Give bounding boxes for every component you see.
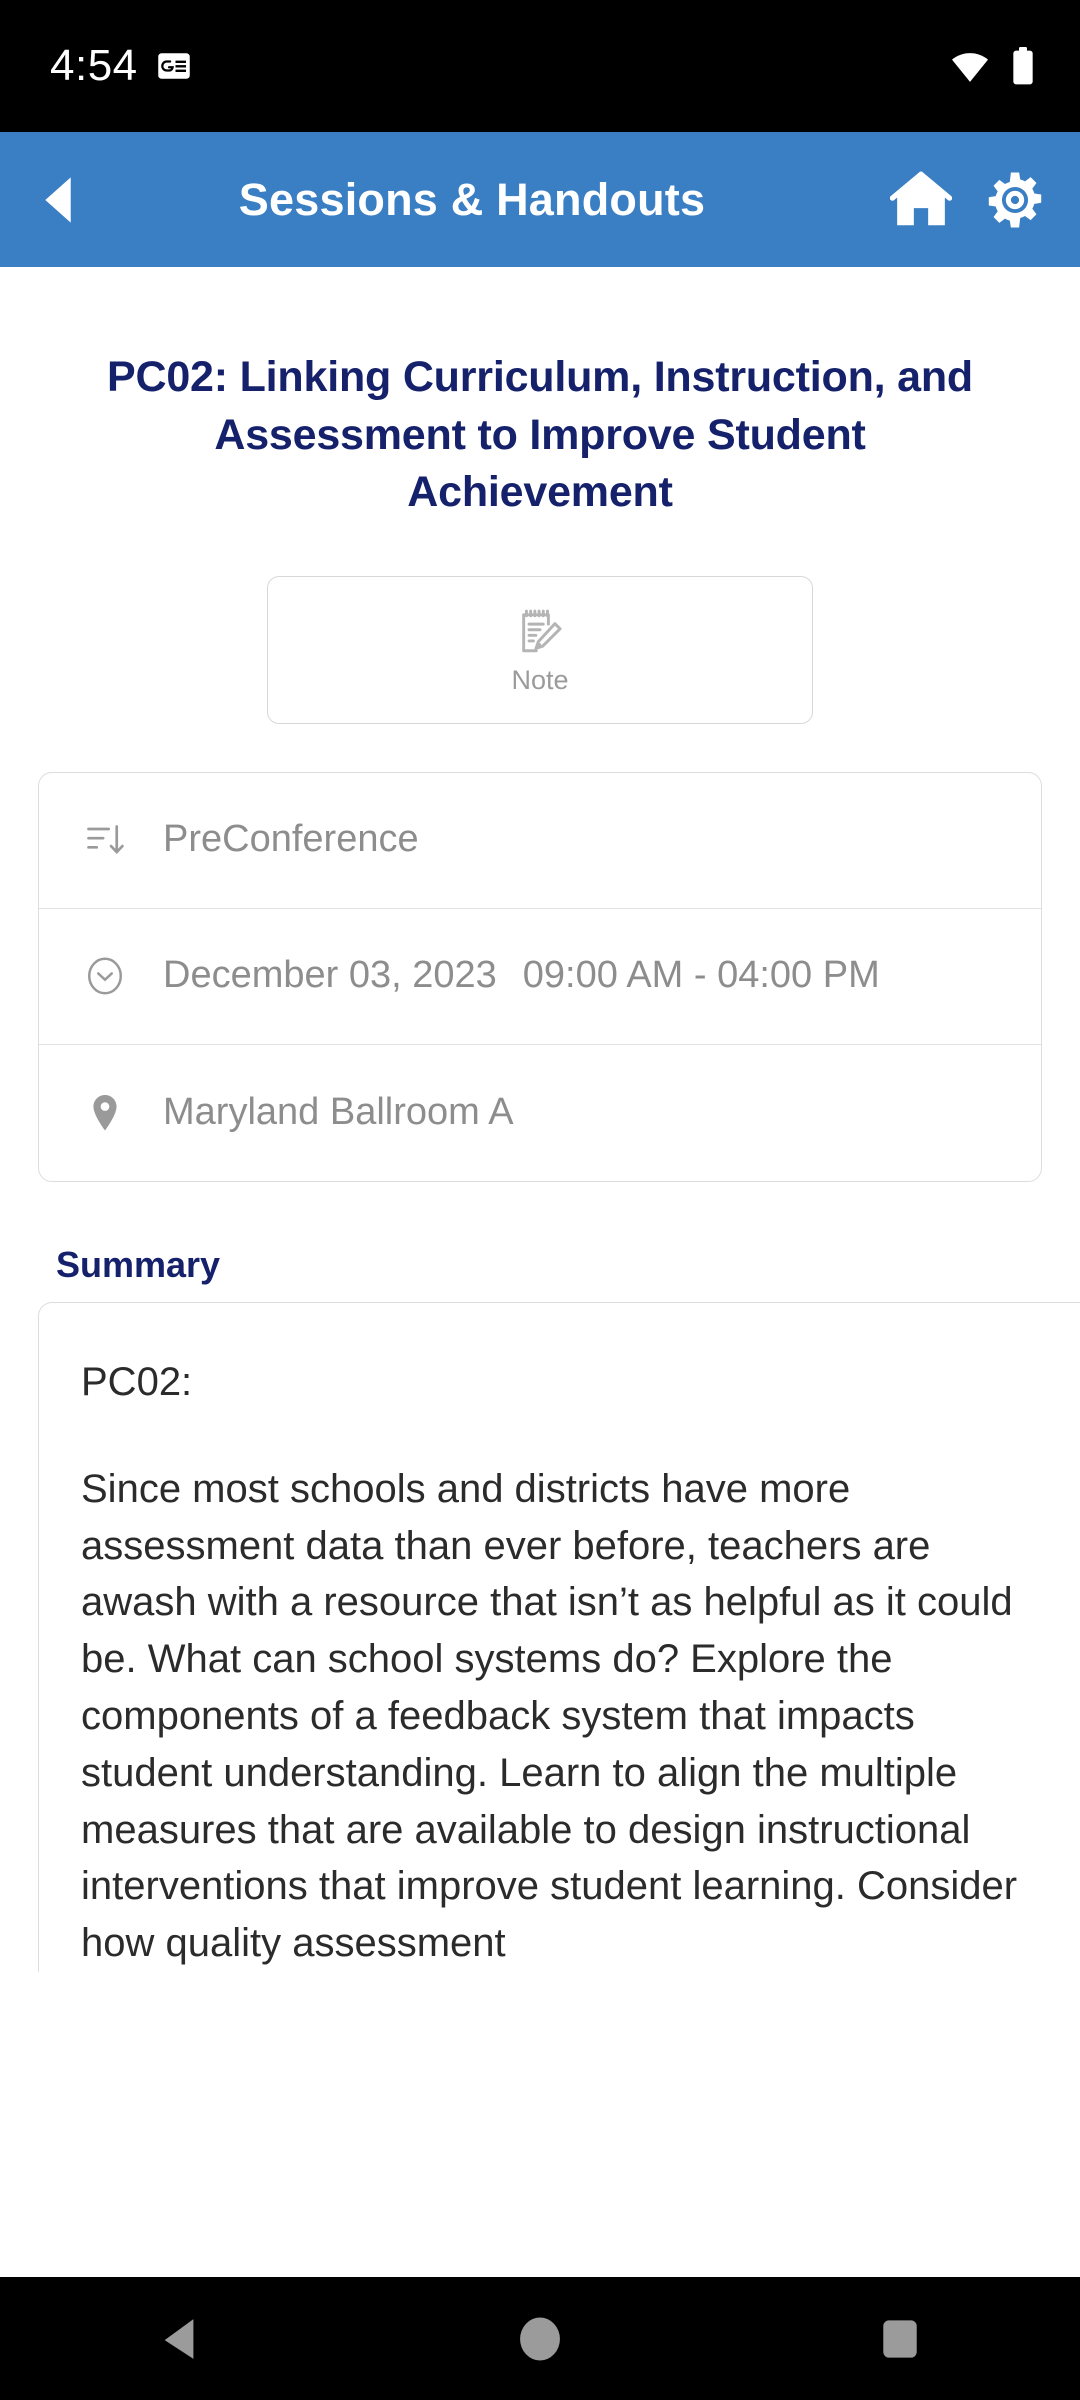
- nav-back-icon: [158, 2316, 202, 2362]
- map-pin-icon: [83, 1091, 135, 1135]
- summary-session-code: PC02:: [81, 1359, 193, 1404]
- status-bar-left: 4:54: [50, 44, 192, 88]
- back-arrow-icon: [41, 176, 75, 224]
- summary-heading: Summary: [56, 1243, 221, 1285]
- nav-recents-button[interactable]: [830, 2276, 970, 2400]
- nav-home-button[interactable]: [470, 2276, 610, 2400]
- info-row-datetime-label: December 03, 2023 09:00 AM - 04:00 PM: [163, 954, 880, 997]
- sort-descending-icon: [83, 818, 135, 862]
- info-row-datetime[interactable]: December 03, 2023 09:00 AM - 04:00 PM: [39, 909, 1041, 1045]
- info-row-location[interactable]: Maryland Ballroom A: [39, 1045, 1041, 1181]
- note-button[interactable]: Note: [267, 575, 813, 724]
- note-edit-icon: [512, 605, 568, 661]
- status-bar-right: [950, 46, 1036, 86]
- battery-full-icon: [1010, 46, 1036, 86]
- phone-screen: 4:54 Sessions & Handouts PC02: Linking C…: [0, 0, 1080, 2400]
- summary-card: PC02: Since most schools and districts h…: [38, 1301, 1080, 1972]
- app-bar: Sessions & Handouts: [0, 132, 1080, 267]
- nav-recents-icon: [881, 2318, 919, 2360]
- note-button-label: Note: [511, 665, 569, 696]
- settings-button[interactable]: [986, 171, 1044, 229]
- google-news-icon: [156, 48, 192, 84]
- info-row-location-label: Maryland Ballroom A: [163, 1090, 514, 1133]
- nav-home-icon: [517, 2315, 563, 2363]
- session-title: PC02: Linking Curriculum, Instruction, a…: [106, 353, 973, 517]
- session-info-card: PreConference December 03, 2023 09:00 AM …: [38, 771, 1042, 1182]
- content-scroll-area[interactable]: PC02: Linking Curriculum, Instruction, a…: [0, 267, 1080, 2274]
- home-button[interactable]: [890, 171, 952, 229]
- note-button-row: Note: [0, 575, 1080, 724]
- app-bar-actions: [890, 171, 1044, 229]
- info-row-track-label: PreConference: [163, 818, 419, 861]
- home-icon: [890, 171, 952, 229]
- gear-icon: [986, 171, 1044, 229]
- summary-body-text: Since most schools and districts have mo…: [81, 1466, 1018, 1966]
- nav-back-button[interactable]: [110, 2276, 250, 2400]
- clock-icon: [83, 954, 135, 998]
- status-bar-clock: 4:54: [50, 41, 138, 90]
- status-bar: 4:54: [0, 0, 1080, 132]
- page-title: Sessions & Handouts: [238, 173, 706, 225]
- info-row-track[interactable]: PreConference: [39, 773, 1041, 909]
- wifi-icon: [950, 46, 990, 86]
- android-nav-bar: [0, 2274, 1080, 2400]
